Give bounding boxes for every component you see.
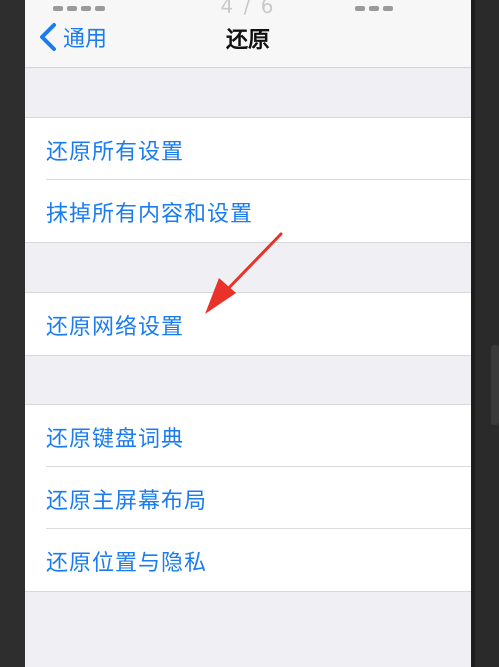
list-item-label: 抹掉所有内容和设置 xyxy=(46,202,254,227)
image-counter: 4 / 6 xyxy=(220,0,276,18)
reset-network-settings-item[interactable]: 还原网络设置 xyxy=(25,293,471,355)
erase-all-content-item[interactable]: 抹掉所有内容和设置 xyxy=(25,180,471,242)
frame-edge xyxy=(471,0,475,667)
reset-location-privacy-item[interactable]: 还原位置与隐私 xyxy=(25,529,471,591)
status-bar-right xyxy=(355,0,445,11)
phone-screen: 4 / 6 通用 还原 还原所有设置 抹掉所有内容和设置 还原网络设置 还原键盘… xyxy=(25,0,471,667)
device-frame-right xyxy=(471,0,499,667)
side-button xyxy=(491,345,499,425)
reset-all-settings-item[interactable]: 还原所有设置 xyxy=(25,118,471,180)
navigation-bar: 4 / 6 通用 还原 xyxy=(25,0,471,68)
list-item-label: 还原位置与隐私 xyxy=(46,551,208,576)
list-item-label: 还原网络设置 xyxy=(46,315,185,340)
settings-group-reset-all: 还原所有设置 抹掉所有内容和设置 xyxy=(25,117,471,243)
device-frame-left xyxy=(0,0,25,667)
list-item-label: 还原所有设置 xyxy=(46,140,185,165)
settings-group-network: 还原网络设置 xyxy=(25,292,471,356)
reset-keyboard-dictionary-item[interactable]: 还原键盘词典 xyxy=(25,405,471,467)
settings-group-other-resets: 还原键盘词典 还原主屏幕布局 还原位置与隐私 xyxy=(25,404,471,592)
list-item-label: 还原主屏幕布局 xyxy=(46,489,208,514)
page-title: 还原 xyxy=(225,28,270,53)
reset-home-screen-layout-item[interactable]: 还原主屏幕布局 xyxy=(25,467,471,529)
list-item-label: 还原键盘词典 xyxy=(46,427,185,452)
